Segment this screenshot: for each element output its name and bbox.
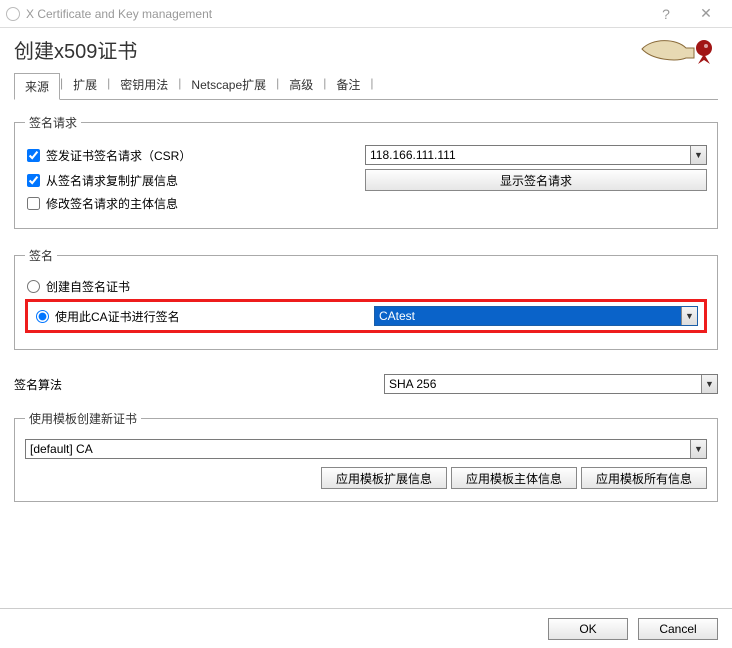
template-group: 使用模板创建新证书 [default] CA ▼ 应用模板扩展信息 应用模板主体… xyxy=(14,410,718,502)
app-icon xyxy=(6,7,20,21)
titlebar: X Certificate and Key management ? ✕ xyxy=(0,0,732,28)
use-ca-highlight: 使用此CA证书进行签名 CAtest ▼ xyxy=(25,299,707,333)
signature-algo-select[interactable]: SHA 256 ▼ xyxy=(384,374,718,394)
dialog-footer: OK Cancel xyxy=(0,608,732,648)
use-ca-label: 使用此CA证书进行签名 xyxy=(55,308,180,325)
tab-advanced[interactable]: 高级 xyxy=(279,72,323,99)
tab-key-usage[interactable]: 密钥用法 xyxy=(110,72,178,99)
chevron-down-icon: ▼ xyxy=(701,375,717,393)
copy-ext-label: 从签名请求复制扩展信息 xyxy=(46,172,178,189)
self-sign-label: 创建自签名证书 xyxy=(46,278,130,295)
show-sign-request-button[interactable]: 显示签名请求 xyxy=(365,169,707,191)
help-button[interactable]: ? xyxy=(646,0,686,28)
csr-checkbox[interactable] xyxy=(27,149,40,162)
copy-ext-checkbox[interactable] xyxy=(27,174,40,187)
signing-request-legend: 签名请求 xyxy=(25,114,81,131)
use-ca-radio[interactable] xyxy=(36,310,49,323)
tab-bar: 来源 | 扩展 | 密钥用法 | Netscape扩展 | 高级 | 备注 | xyxy=(14,72,718,100)
ok-button[interactable]: OK xyxy=(548,618,628,640)
window-title: X Certificate and Key management xyxy=(26,7,212,21)
modify-subject-label: 修改签名请求的主体信息 xyxy=(46,195,178,212)
modify-subject-checkbox[interactable] xyxy=(27,197,40,210)
signing-legend: 签名 xyxy=(25,247,57,264)
chevron-down-icon: ▼ xyxy=(681,307,697,325)
tab-extensions[interactable]: 扩展 xyxy=(63,72,107,99)
tab-netscape-ext[interactable]: Netscape扩展 xyxy=(181,72,276,99)
template-select[interactable]: [default] CA ▼ xyxy=(25,439,707,459)
page-header: 创建x509证书 xyxy=(0,28,732,64)
page-title: 创建x509证书 xyxy=(14,35,137,64)
csr-label: 签发证书签名请求（CSR） xyxy=(46,147,191,164)
csr-select[interactable]: 118.166.111.111 ▼ xyxy=(365,145,707,165)
self-sign-radio[interactable] xyxy=(27,280,40,293)
chevron-down-icon: ▼ xyxy=(690,146,706,164)
signing-request-group: 签名请求 签发证书签名请求（CSR） 118.166.111.111 ▼ 从签名… xyxy=(14,114,718,229)
template-legend: 使用模板创建新证书 xyxy=(25,410,141,427)
close-button[interactable]: ✕ xyxy=(686,0,726,28)
cancel-button[interactable]: Cancel xyxy=(638,618,718,640)
signing-group: 签名 创建自签名证书 使用此CA证书进行签名 CAtest ▼ xyxy=(14,247,718,350)
apply-template-all-button[interactable]: 应用模板所有信息 xyxy=(581,467,707,489)
apply-template-ext-button[interactable]: 应用模板扩展信息 xyxy=(321,467,447,489)
apply-template-subject-button[interactable]: 应用模板主体信息 xyxy=(451,467,577,489)
signature-algo-value: SHA 256 xyxy=(385,375,701,393)
content-area: 签名请求 签发证书签名请求（CSR） 118.166.111.111 ▼ 从签名… xyxy=(0,100,732,600)
signature-algo-row: 签名算法 SHA 256 ▼ xyxy=(14,374,718,394)
ca-cert-select[interactable]: CAtest ▼ xyxy=(374,306,698,326)
chevron-down-icon: ▼ xyxy=(690,440,706,458)
decorative-logo xyxy=(638,34,718,64)
csr-select-value: 118.166.111.111 xyxy=(366,146,690,164)
tab-source[interactable]: 来源 xyxy=(14,73,60,100)
ca-cert-value: CAtest xyxy=(375,307,681,325)
template-value: [default] CA xyxy=(26,440,690,458)
signature-algo-label: 签名算法 xyxy=(14,376,384,393)
tab-notes[interactable]: 备注 xyxy=(326,72,370,99)
